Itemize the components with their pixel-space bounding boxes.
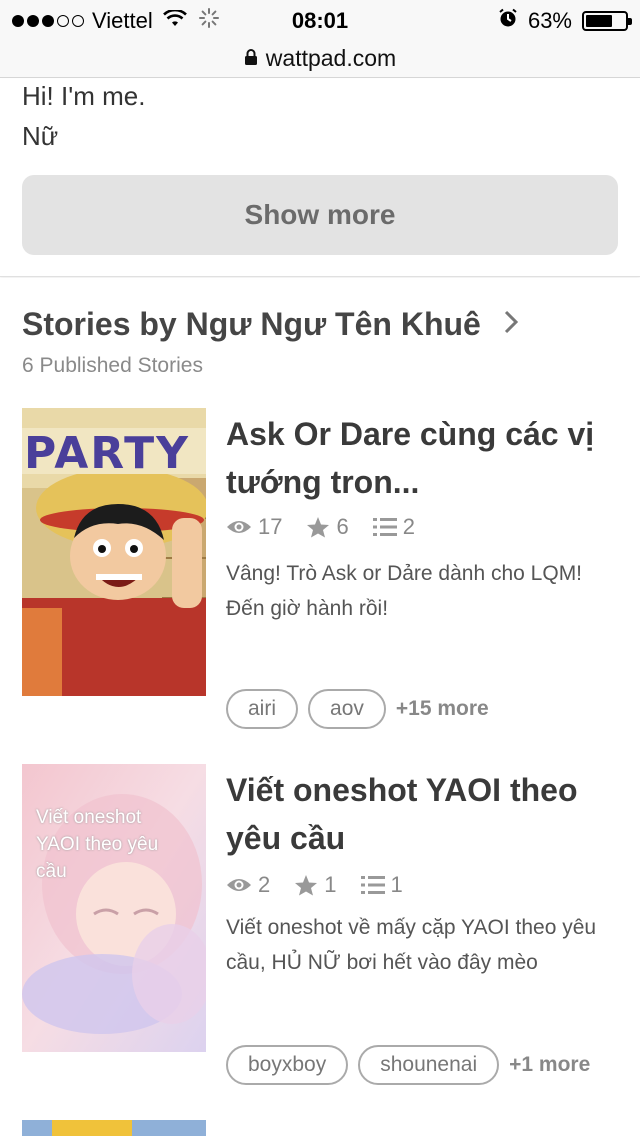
about-card: Hi! I'm me. Nữ Show more: [0, 79, 640, 277]
tag-chip[interactable]: boyxboy: [226, 1045, 349, 1085]
cover-title-text: PARTY: [24, 428, 191, 479]
list-icon: [372, 518, 397, 536]
story-title-line: yêu cầu: [226, 820, 346, 856]
cover-caption: Viết oneshot YAOI theo yêu cầu: [36, 804, 158, 885]
tag-chip[interactable]: shounenai: [358, 1045, 500, 1085]
parts-stat: 1: [360, 872, 403, 898]
published-count: 6 Published Stories: [22, 354, 203, 377]
story-title[interactable]: Ask Or Dare cùng các vị tướng tron...: [226, 410, 626, 506]
description-line: Vâng! Trò Ask or Dảre dành cho LQM!: [226, 562, 583, 585]
battery-icon: [582, 11, 632, 31]
show-more-button[interactable]: Show more: [22, 175, 618, 255]
story-tags: boyxboy shounenai +1 more: [226, 1045, 590, 1085]
reads-count: 2: [258, 872, 271, 897]
more-tags-link[interactable]: +1 more: [509, 1053, 590, 1077]
votes-count: 1: [324, 872, 337, 897]
story-description: Vâng! Trò Ask or Dảre dành cho LQM! Đến …: [226, 556, 626, 626]
cover-caption-line: YAOI theo yêu: [36, 834, 159, 855]
tag-chip[interactable]: airi: [226, 689, 299, 729]
story-title-line: tướng tron...: [226, 464, 420, 500]
parts-count: 1: [390, 872, 403, 897]
alarm-icon: [498, 8, 518, 34]
description-line: cầu, HỦ NỮ bơi hết vào đây mèo: [226, 951, 538, 974]
status-bar: Viettel 08:01 63%: [0, 0, 640, 40]
eye-icon: [227, 521, 251, 533]
description-line: Đến giờ hành rồi!: [226, 597, 389, 620]
story-title[interactable]: Viết oneshot YAOI theo yêu cầu: [226, 766, 626, 862]
star-icon: [295, 875, 318, 896]
status-right: 63%: [498, 8, 632, 34]
parts-count: 2: [402, 514, 415, 539]
reads-stat: 17: [226, 514, 282, 540]
description-line: Viết oneshot về mấy cặp YAOI theo yêu: [226, 916, 597, 939]
about-line-2: Nữ: [22, 121, 59, 151]
story-cover-partial[interactable]: [22, 1120, 206, 1136]
list-icon: [360, 876, 385, 894]
votes-count: 6: [336, 514, 349, 539]
stories-section-header[interactable]: Stories by Ngư Ngư Tên Khuê: [22, 306, 519, 343]
story-cover[interactable]: Viết oneshot YAOI theo yêu cầu: [22, 764, 206, 1052]
tag-chip[interactable]: aov: [308, 689, 386, 729]
votes-stat: 6: [306, 514, 349, 540]
story-description: Viết oneshot về mấy cặp YAOI theo yêu cầ…: [226, 910, 626, 980]
story-stats: 17 6 2: [226, 514, 439, 540]
about-line-1: Hi! I'm me.: [22, 81, 146, 111]
cover-caption-line: cầu: [36, 861, 67, 882]
more-tags-link[interactable]: +15 more: [396, 697, 489, 721]
eye-icon: [227, 879, 251, 891]
battery-percent: 63%: [527, 8, 572, 33]
story-tags: airi aov +15 more: [226, 689, 489, 729]
story-title-line: Viết oneshot YAOI theo: [226, 772, 578, 808]
story-stats: 2 1 1: [226, 872, 427, 898]
cover-caption-line: Viết oneshot: [36, 807, 142, 828]
address-bar[interactable]: wattpad.com: [0, 40, 640, 78]
star-icon: [307, 517, 330, 538]
url-text: wattpad.com: [265, 45, 397, 71]
chevron-right-icon: [503, 306, 519, 343]
reads-stat: 2: [226, 872, 270, 898]
story-cover[interactable]: PARTY: [22, 408, 206, 696]
votes-stat: 1: [294, 872, 337, 898]
lock-icon: [244, 45, 258, 72]
parts-stat: 2: [372, 514, 415, 540]
story-title-line: Ask Or Dare cùng các vị: [226, 416, 595, 452]
reads-count: 17: [258, 514, 283, 539]
section-title: Stories by Ngư Ngư Tên Khuê: [22, 306, 481, 342]
